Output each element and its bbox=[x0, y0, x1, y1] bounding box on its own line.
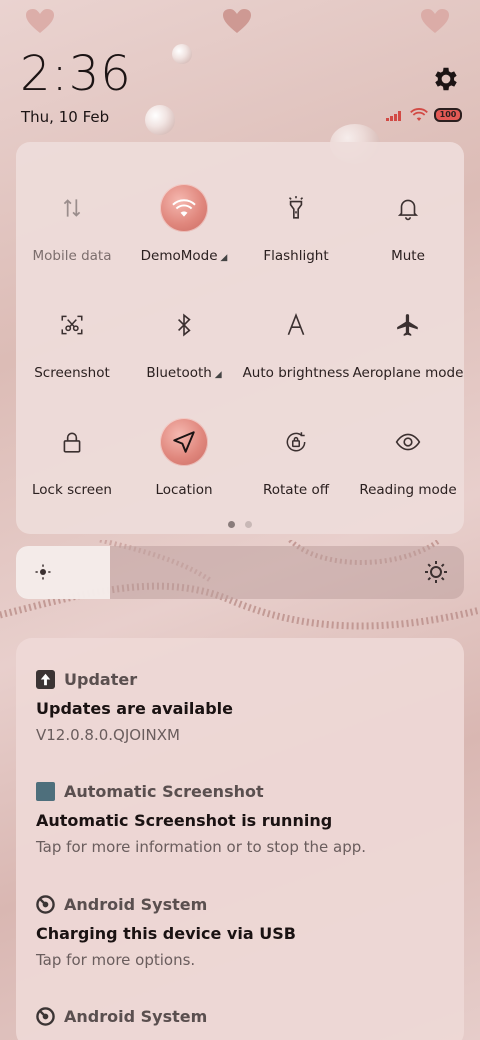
rotate-lock-icon[interactable] bbox=[272, 418, 320, 466]
expand-caret-icon[interactable]: ◢ bbox=[212, 370, 222, 380]
tile-label-text: Reading mode bbox=[359, 482, 457, 498]
notification-body: Tap for more information or to stop the … bbox=[36, 838, 367, 856]
battery-icon: 100 bbox=[434, 108, 462, 122]
notification-app-name: Updater bbox=[64, 669, 138, 689]
tile-label-text: Aeroplane mode bbox=[352, 365, 464, 381]
updater-icon bbox=[36, 669, 55, 689]
heart-decoration bbox=[420, 8, 450, 34]
tile-label: Lock screen bbox=[16, 482, 128, 498]
expand-caret-icon[interactable]: ◢ bbox=[218, 253, 227, 263]
notification-app-name: Android System bbox=[64, 894, 208, 914]
tile-auto-brightness[interactable]: Auto brightness bbox=[240, 267, 352, 384]
notification-android-system[interactable]: Android System bbox=[36, 1005, 446, 1027]
pearl-decoration bbox=[172, 44, 192, 64]
pearl-decoration bbox=[145, 105, 175, 135]
tile-label-text: Flashlight bbox=[263, 248, 329, 264]
bell-icon[interactable] bbox=[384, 184, 432, 232]
tile-label-text: Bluetooth bbox=[146, 365, 212, 381]
heart-decoration bbox=[222, 8, 252, 34]
tile-flashlight[interactable]: Flashlight bbox=[240, 150, 352, 267]
date[interactable]: Thu, 10 Feb bbox=[21, 108, 109, 126]
mobile-data-icon[interactable] bbox=[48, 184, 96, 232]
tile-aeroplane-mode[interactable]: Aeroplane mode bbox=[352, 267, 464, 384]
notification-title: Updates are available bbox=[36, 699, 233, 718]
tile-reading-mode[interactable]: Reading mode bbox=[352, 384, 464, 501]
tile-label: Auto brightness bbox=[240, 365, 352, 381]
tile-label-text: Lock screen bbox=[32, 482, 112, 498]
tile-label-text: Auto brightness bbox=[242, 365, 350, 381]
tile-label: Mute bbox=[352, 248, 464, 264]
screenshot-icon[interactable] bbox=[48, 301, 96, 349]
tile-label: Mobile data bbox=[16, 248, 128, 264]
notification-app-name: Automatic Screenshot bbox=[64, 781, 264, 801]
location-icon[interactable] bbox=[160, 418, 208, 466]
tile-screenshot[interactable]: Screenshot bbox=[16, 267, 128, 384]
screenshot-app-icon bbox=[36, 781, 55, 801]
page-dot[interactable] bbox=[228, 521, 235, 528]
eye-icon[interactable] bbox=[384, 418, 432, 466]
notification-app-name: Android System bbox=[64, 1006, 208, 1026]
brightness-high-icon bbox=[425, 561, 447, 583]
brightness-slider[interactable] bbox=[16, 546, 464, 599]
tile-label: Aeroplane mode bbox=[352, 365, 464, 381]
airplane-icon[interactable] bbox=[384, 301, 432, 349]
clock[interactable]: 2:36 bbox=[20, 48, 132, 100]
tile-demomode[interactable]: DemoMode ◢ bbox=[128, 150, 240, 267]
tile-label-text: Rotate off bbox=[262, 482, 330, 498]
page-dot[interactable] bbox=[245, 521, 252, 528]
notification-automatic-screenshot[interactable]: Automatic Screenshot Automatic Screensho… bbox=[36, 780, 446, 856]
wifi-icon[interactable] bbox=[160, 184, 208, 232]
android-system-icon bbox=[36, 894, 55, 914]
tile-label: Bluetooth ◢ bbox=[128, 365, 240, 381]
tile-label-text: Mobile data bbox=[32, 248, 112, 264]
notification-updater[interactable]: Updater Updates are available V12.0.8.0.… bbox=[36, 668, 446, 744]
tile-mute[interactable]: Mute bbox=[352, 150, 464, 267]
quick-settings-panel: Mobile data DemoMode ◢ Flashlight Mute Scree… bbox=[16, 142, 464, 534]
heart-decoration bbox=[25, 8, 55, 34]
notification-panel: Updater Updates are available V12.0.8.0.… bbox=[16, 638, 464, 1040]
settings-gear-icon[interactable] bbox=[431, 64, 461, 94]
notification-title: Automatic Screenshot is running bbox=[36, 811, 333, 830]
status-icons: 100 bbox=[386, 108, 462, 122]
notification-body: Tap for more options. bbox=[36, 951, 196, 969]
tile-label: Reading mode bbox=[352, 482, 464, 498]
page-indicator bbox=[228, 521, 252, 528]
tile-label-text: Screenshot bbox=[34, 365, 110, 381]
auto-brightness-icon[interactable] bbox=[272, 301, 320, 349]
notification-title: Charging this device via USB bbox=[36, 924, 296, 943]
tile-label: Flashlight bbox=[240, 248, 352, 264]
flashlight-icon[interactable] bbox=[272, 184, 320, 232]
tile-label-text: Mute bbox=[391, 248, 425, 264]
tile-mobile-data[interactable]: Mobile data bbox=[16, 150, 128, 267]
bluetooth-icon[interactable] bbox=[160, 301, 208, 349]
lock-icon[interactable] bbox=[48, 418, 96, 466]
wifi-status-icon bbox=[410, 108, 428, 121]
tile-label: DemoMode ◢ bbox=[128, 248, 240, 264]
android-system-icon bbox=[36, 1006, 55, 1026]
brightness-low-icon bbox=[35, 564, 51, 580]
tile-lock-screen[interactable]: Lock screen bbox=[16, 384, 128, 501]
tile-bluetooth[interactable]: Bluetooth ◢ bbox=[128, 267, 240, 384]
tile-label-text: Location bbox=[155, 482, 213, 498]
brightness-slider-fill[interactable] bbox=[16, 546, 111, 599]
tile-label: Screenshot bbox=[16, 365, 128, 381]
cellular-signal-icon bbox=[386, 111, 401, 121]
notification-body: V12.0.8.0.QJOINXM bbox=[36, 726, 180, 744]
tile-label-text: DemoMode bbox=[140, 248, 218, 264]
tile-rotate-off[interactable]: Rotate off bbox=[240, 384, 352, 501]
notification-android-system-usb[interactable]: Android System Charging this device via … bbox=[36, 893, 446, 970]
tile-location[interactable]: Location bbox=[128, 384, 240, 501]
tile-label: Location bbox=[128, 482, 240, 498]
tile-label: Rotate off bbox=[240, 482, 352, 498]
